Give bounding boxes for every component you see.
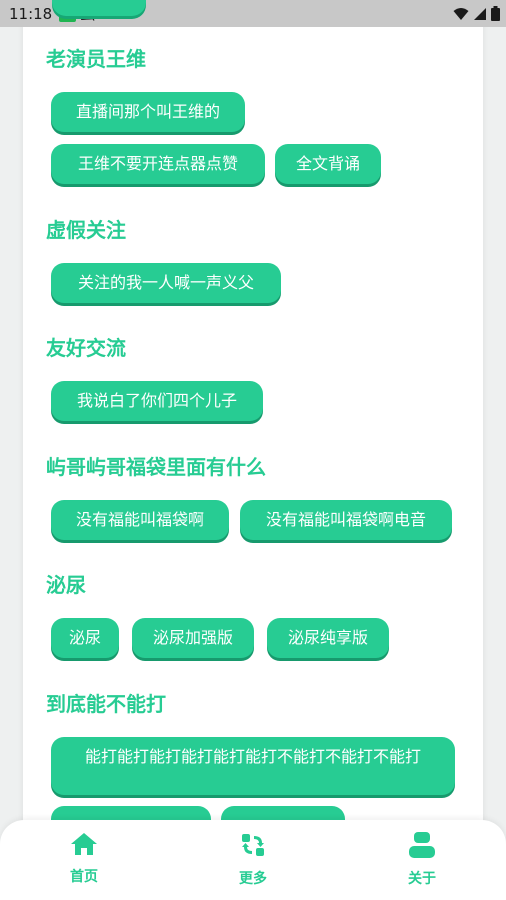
sound-button[interactable]: 泌尿加强版 xyxy=(132,618,254,658)
sound-button[interactable]: 没有福能叫福袋啊 xyxy=(51,500,229,540)
nav-about[interactable]: 关于 xyxy=(382,832,462,888)
section-friendly-talk: 友好交流 xyxy=(46,333,476,363)
nav-home[interactable]: 首页 xyxy=(44,832,124,886)
signal-icon xyxy=(474,7,486,20)
nav-more-label: 更多 xyxy=(239,871,267,887)
sound-button[interactable]: 全文背诵 xyxy=(275,144,381,184)
nav-about-label: 关于 xyxy=(408,871,436,887)
sound-button[interactable]: 王维不要开连点器点赞 xyxy=(51,144,265,184)
section-title: 屿哥屿哥福袋里面有什么 xyxy=(46,455,266,479)
sound-button[interactable]: 关注的我一人喊一声义父 xyxy=(51,263,281,303)
section-title: 虚假关注 xyxy=(46,218,126,242)
sound-button[interactable]: 我说白了你们四个儿子 xyxy=(51,381,263,421)
sound-button-partial[interactable] xyxy=(221,806,345,820)
sound-button[interactable]: 泌尿 xyxy=(51,618,119,658)
nav-more[interactable]: 更多 xyxy=(213,832,293,888)
section-urinary: 泌尿 xyxy=(46,570,476,600)
section-fake-follow: 虚假关注 xyxy=(46,215,476,245)
section-can-fight: 到底能不能打 xyxy=(46,689,476,719)
sound-button[interactable]: 能打能打能打能打能打能打不能打不能打不能打 xyxy=(51,737,455,795)
section-title: 老演员王维 xyxy=(46,47,146,71)
status-time: 11:18 xyxy=(9,4,53,23)
sound-list: 老演员王维 直播间那个叫王维的 王维不要开连点器点赞 全文背诵 虚假关注 关注的… xyxy=(23,0,483,820)
wifi-icon xyxy=(453,7,469,20)
section-title: 友好交流 xyxy=(46,336,126,360)
home-icon xyxy=(71,833,97,855)
section-old-actor: 老演员王维 xyxy=(46,44,476,74)
sound-button[interactable]: 泌尿纯享版 xyxy=(267,618,389,658)
status-icons xyxy=(453,6,500,21)
scrolled-off-button[interactable] xyxy=(52,0,146,16)
user-icon xyxy=(409,832,435,858)
nav-home-label: 首页 xyxy=(70,869,98,885)
sound-button-partial[interactable] xyxy=(51,806,211,820)
section-title: 泌尿 xyxy=(46,573,86,597)
sound-button[interactable]: 直播间那个叫王维的 xyxy=(51,92,245,132)
swap-icon xyxy=(242,834,264,856)
battery-icon xyxy=(491,6,500,21)
section-lucky-bag: 屿哥屿哥福袋里面有什么 xyxy=(46,452,476,482)
section-title: 到底能不能打 xyxy=(46,692,166,716)
sound-button[interactable]: 没有福能叫福袋啊电音 xyxy=(240,500,452,540)
bottom-nav: 首页 更多 关于 xyxy=(0,820,506,900)
